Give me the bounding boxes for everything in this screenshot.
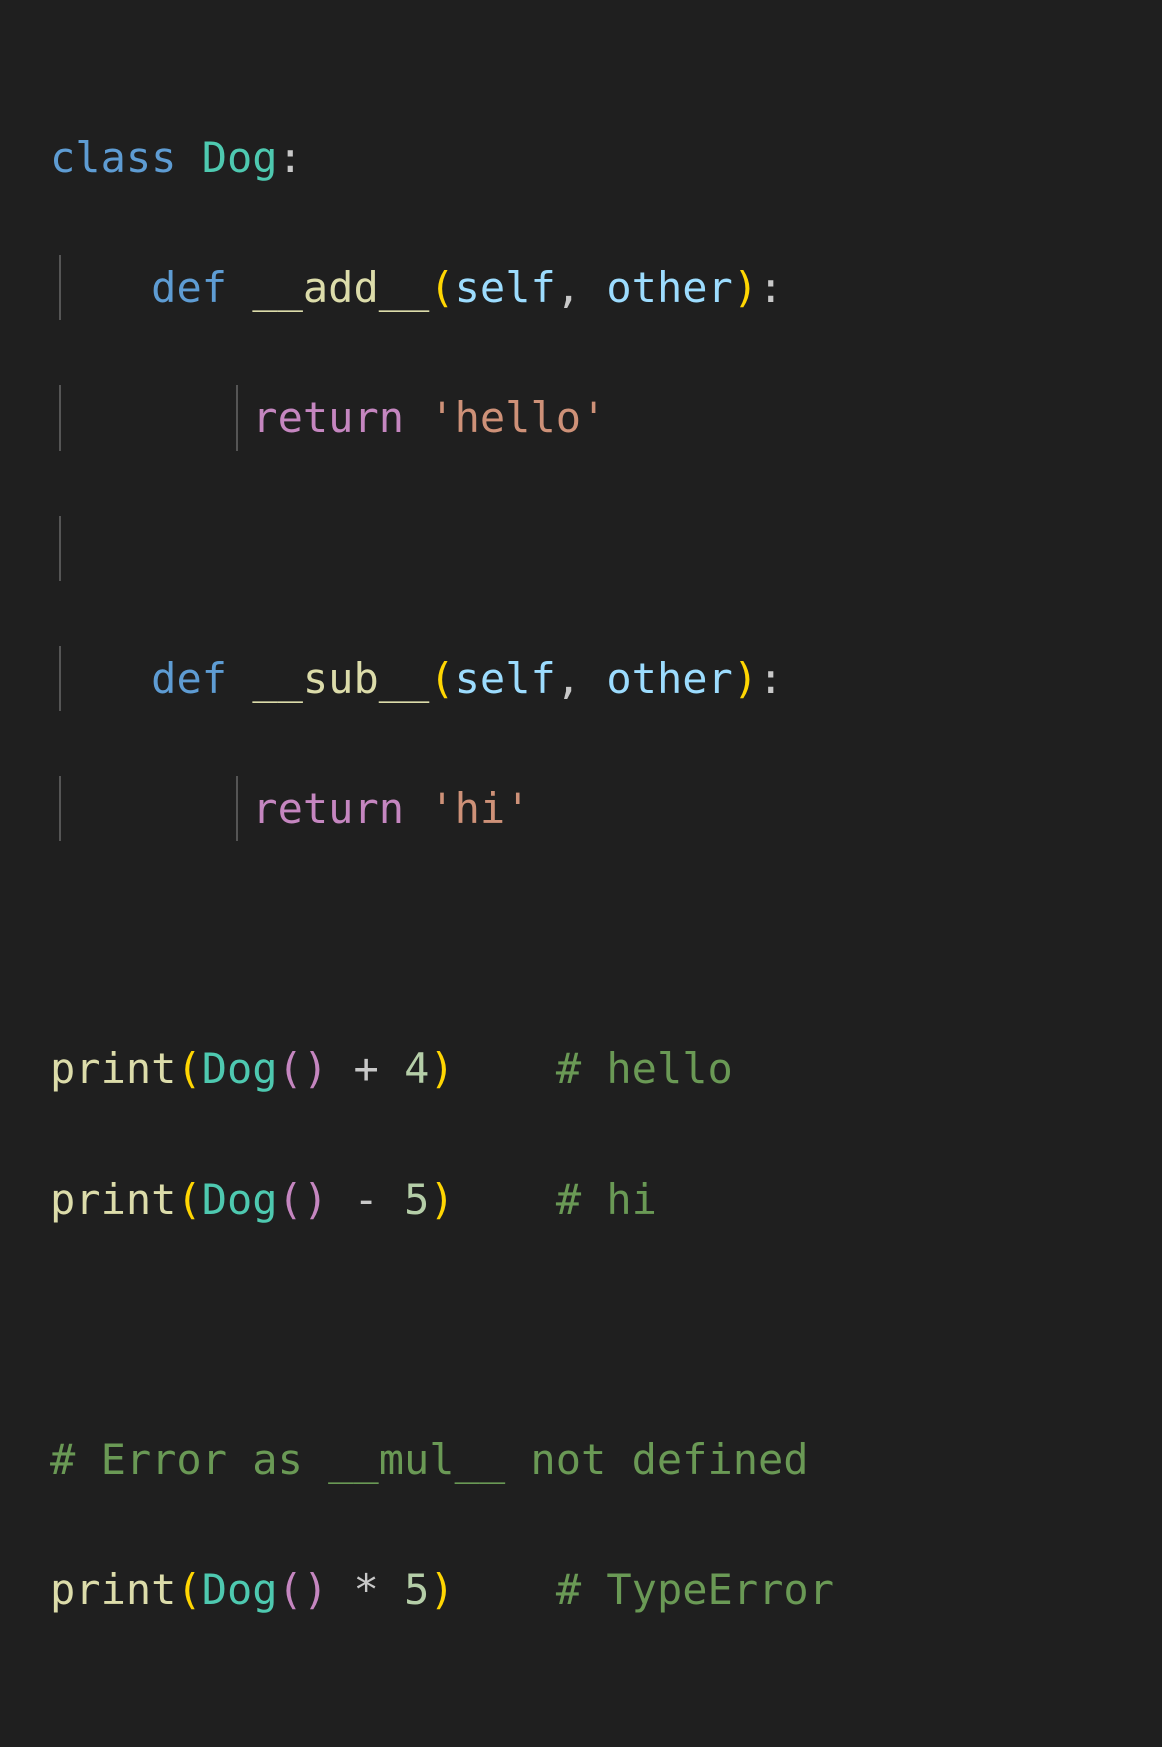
comment: # TypeError <box>556 1565 834 1614</box>
param-other: other <box>606 654 732 703</box>
code-line <box>50 906 1112 971</box>
code-line <box>50 1297 1112 1362</box>
number-literal: 4 <box>404 1044 429 1093</box>
comment: # Error as __mul__ not defined <box>50 1435 809 1484</box>
paren-close: ) <box>303 1565 328 1614</box>
class-ref: Dog <box>202 1175 278 1224</box>
paren-close: ) <box>303 1044 328 1093</box>
code-line: print(Dog() + 4) # hello <box>50 1036 1112 1101</box>
method-name: __add__ <box>252 263 429 312</box>
number-literal: 5 <box>404 1565 429 1614</box>
code-line: # Error as __mul__ not defined <box>50 1427 1112 1492</box>
class-name: Dog <box>202 133 278 182</box>
code-editor: class Dog: def __add__(self, other): ret… <box>0 0 1162 1747</box>
paren-open: ( <box>176 1175 201 1224</box>
code-line: return 'hi' <box>50 776 1112 841</box>
paren-close: ) <box>303 1175 328 1224</box>
keyword-def: def <box>151 263 227 312</box>
class-ref: Dog <box>202 1565 278 1614</box>
code-line: class Dog: <box>50 125 1112 190</box>
paren-close: ) <box>733 263 758 312</box>
builtin-print: print <box>50 1044 176 1093</box>
paren-close: ) <box>429 1044 454 1093</box>
operator-plus: + <box>353 1044 378 1093</box>
paren-open: ( <box>176 1044 201 1093</box>
paren-close: ) <box>429 1175 454 1224</box>
code-line: def __add__(self, other): <box>50 255 1112 320</box>
indent-guide <box>236 385 238 450</box>
paren-close: ) <box>429 1565 454 1614</box>
paren-open: ( <box>176 1565 201 1614</box>
builtin-print: print <box>50 1565 176 1614</box>
param-self: self <box>455 263 556 312</box>
keyword-return: return <box>252 393 404 442</box>
indent-guide <box>59 385 61 450</box>
paren-open: ( <box>278 1044 303 1093</box>
comma: , <box>556 654 581 703</box>
paren-close: ) <box>733 654 758 703</box>
keyword-return: return <box>252 784 404 833</box>
code-line: print(Dog() - 5) # hi <box>50 1167 1112 1232</box>
class-ref: Dog <box>202 1044 278 1093</box>
string-literal: 'hello' <box>429 393 606 442</box>
indent-guide <box>236 776 238 841</box>
number-literal: 5 <box>404 1175 429 1224</box>
colon: : <box>758 654 783 703</box>
comment: # hello <box>556 1044 733 1093</box>
comma: , <box>556 263 581 312</box>
indent-guide <box>59 516 61 581</box>
code-line <box>50 516 1112 581</box>
comment: # hi <box>556 1175 657 1224</box>
operator-star: * <box>353 1565 378 1614</box>
builtin-print: print <box>50 1175 176 1224</box>
param-other: other <box>606 263 732 312</box>
colon: : <box>278 133 303 182</box>
paren-open: ( <box>278 1565 303 1614</box>
code-line: return 'hello' <box>50 385 1112 450</box>
indent-guide <box>59 776 61 841</box>
paren-open: ( <box>278 1175 303 1224</box>
code-line: print(Dog() * 5) # TypeError <box>50 1557 1112 1622</box>
paren-open: ( <box>429 263 454 312</box>
string-literal: 'hi' <box>429 784 530 833</box>
operator-minus: - <box>353 1175 378 1224</box>
method-name: __sub__ <box>252 654 429 703</box>
indent-guide <box>59 255 61 320</box>
keyword-class: class <box>50 133 176 182</box>
keyword-def: def <box>151 654 227 703</box>
colon: : <box>758 263 783 312</box>
code-line: def __sub__(self, other): <box>50 646 1112 711</box>
paren-open: ( <box>429 654 454 703</box>
indent-guide <box>59 646 61 711</box>
param-self: self <box>455 654 556 703</box>
